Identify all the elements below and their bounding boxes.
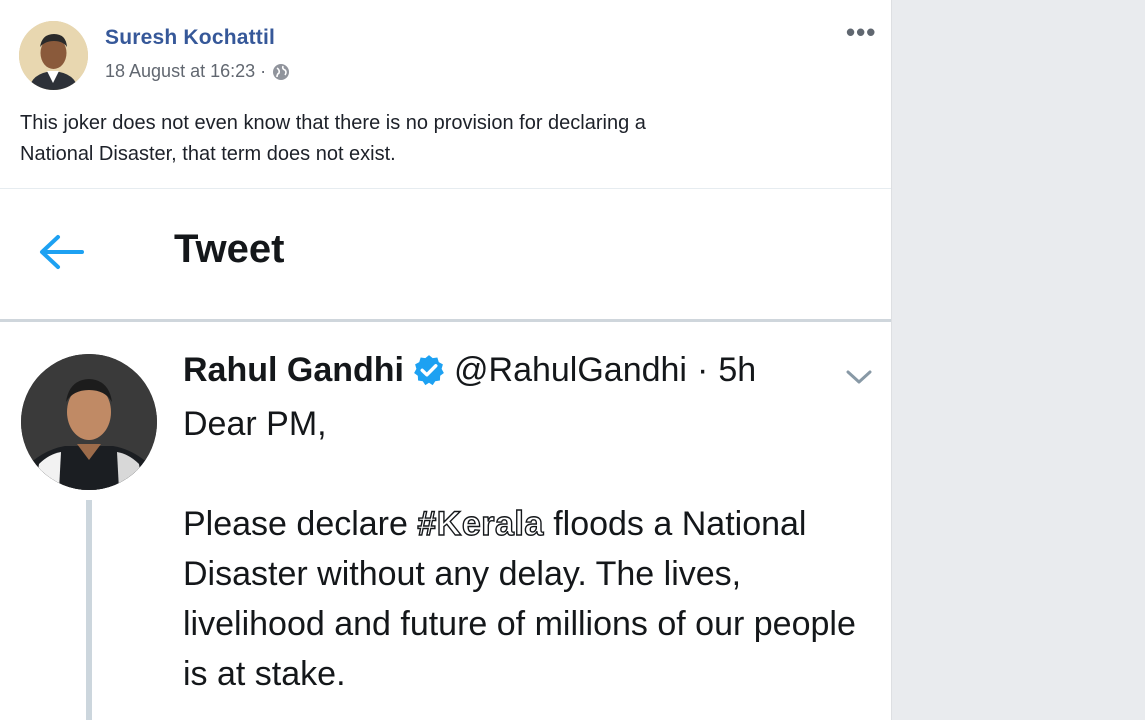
post-header: Suresh Kochattil 18 August at 16:23 · ••… <box>0 0 891 188</box>
tweet-greeting: Dear PM, <box>183 405 327 443</box>
globe-icon <box>273 63 290 80</box>
tweet-author-avatar[interactable] <box>21 354 157 490</box>
author-avatar[interactable] <box>19 21 88 90</box>
tweet-age[interactable]: 5h <box>718 351 756 390</box>
tweet-topbar: Tweet <box>0 188 891 322</box>
author-name[interactable]: Suresh Kochattil <box>105 26 275 50</box>
tweet-screenshot: Tweet Rahul Gandhi @RahulGandhi · 5h Dea… <box>0 188 891 720</box>
facebook-post-card: Suresh Kochattil 18 August at 16:23 · ••… <box>0 0 892 720</box>
post-meta: 18 August at 16:23 · <box>105 61 290 82</box>
tweet-author-name[interactable]: Rahul Gandhi <box>183 351 404 390</box>
hashtag-link[interactable]: #Kerala <box>417 504 544 543</box>
thread-connector-line <box>86 500 92 720</box>
back-arrow-icon[interactable] <box>36 232 86 272</box>
post-text-line: National Disaster, that term does not ex… <box>20 143 396 165</box>
post-text: This joker does not even know that there… <box>20 108 860 170</box>
tweet-text-before-hashtag: Please declare <box>183 505 418 543</box>
verified-badge-icon <box>414 355 444 386</box>
author-avatar-image <box>19 21 88 90</box>
tweet-paragraph: Please declare #Kerala floods a National… <box>183 499 883 699</box>
tweet-author-handle[interactable]: @RahulGandhi <box>454 351 687 390</box>
tweet-avatar-image <box>21 354 157 490</box>
chevron-down-icon[interactable] <box>845 368 873 386</box>
tweet-separator: · <box>697 350 709 389</box>
post-options-menu[interactable]: ••• <box>846 19 876 45</box>
post-text-line: This joker does not even know that there… <box>20 112 646 134</box>
tweet-header: Rahul Gandhi @RahulGandhi · 5h <box>183 348 756 392</box>
tweet-body: Dear PM, Please declare #Kerala floods a… <box>183 399 883 699</box>
tweet-heading: Tweet <box>174 227 285 271</box>
post-timestamp[interactable]: 18 August at 16:23 · <box>105 61 266 82</box>
